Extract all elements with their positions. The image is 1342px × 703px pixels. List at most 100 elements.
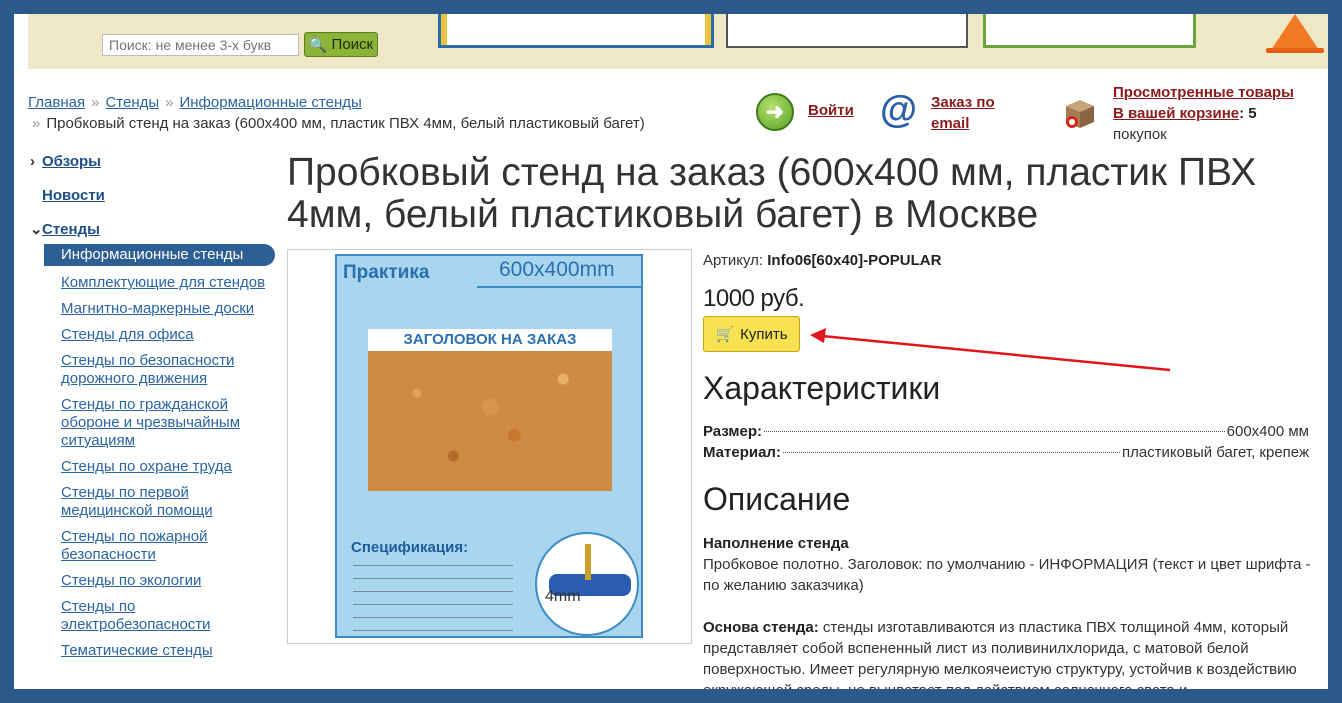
spec-line (353, 573, 513, 579)
sidebar-subitem: Стенды по охране труда (44, 458, 275, 476)
spec-row-material: Материал: пластиковый багет, крепеж (703, 443, 1309, 463)
login-block: Войти (808, 102, 854, 119)
spec-line (353, 560, 513, 566)
spec-key: Размер: (703, 423, 763, 440)
price: 1000 руб. (703, 285, 805, 312)
page-frame: 🔍 Поиск Главная » Стенды » Информационные ст… (14, 14, 1328, 689)
spec-value: 600x400 мм (1226, 423, 1309, 440)
traffic-cone-image (1271, 14, 1319, 50)
spec-line (353, 586, 513, 592)
sidebar-link[interactable]: Стенды для офиса (44, 326, 275, 344)
stand-header-label: ЗАГОЛОВОК НА ЗАКАЗ (368, 329, 612, 351)
characteristics-heading: Характеристики (703, 370, 941, 406)
sidebar-link[interactable]: Стенды по пожарной безопасности (44, 528, 275, 564)
product-image[interactable]: Практика 600x400mm ЗАГОЛОВОК НА ЗАКАЗ Сп… (287, 249, 692, 644)
sidebar-link[interactable]: Стенды по экологии (44, 572, 275, 590)
sidebar-subitem: Магнитно-маркерные доски (44, 300, 275, 318)
description-heading: Описание (703, 481, 851, 517)
sidebar-link[interactable]: Комплектующие для стендов (44, 274, 275, 292)
sidebar-link[interactable]: Тематические стенды (44, 642, 275, 660)
sidebar-item-label: Обзоры (42, 153, 101, 170)
viewed-products-link[interactable]: Просмотренные товары (1113, 84, 1294, 101)
breadcrumb-link-info-stands[interactable]: Информационные стенды (179, 94, 361, 111)
stand-illustration: Практика 600x400mm ЗАГОЛОВОК НА ЗАКАЗ Сп… (335, 254, 643, 638)
chevron-right-icon: › (30, 153, 35, 170)
sidebar-link[interactable]: Стенды по электробезопасности (44, 598, 275, 634)
banner-poster-image (983, 14, 1196, 48)
search-input[interactable] (102, 34, 299, 56)
order-email-line1: Заказ по (931, 94, 995, 111)
dot-leader (764, 431, 1225, 432)
sidebar-subitem: Тематические стенды (44, 642, 275, 660)
sidebar-subitem: Стенды по гражданской обороне и чрезвыча… (44, 396, 275, 450)
email-icon[interactable]: @ (880, 90, 917, 132)
sidebar-link[interactable]: Стенды по безопасности дорожного движени… (44, 352, 275, 388)
sidebar-nav: › Обзоры Новости ⌄Стенды Информационные с… (30, 152, 275, 668)
banner-poster-image (438, 14, 714, 48)
breadcrumb-link-stands[interactable]: Стенды (105, 94, 159, 111)
breadcrumb-separator: » (165, 94, 174, 111)
breadcrumb-separator: » (91, 94, 100, 111)
sidebar-subitem: Стенды по электробезопасности (44, 598, 275, 634)
breadcrumb-link-home[interactable]: Главная (28, 94, 85, 111)
page-title: Пробковый стенд на заказ (600х400 мм, пл… (287, 151, 1257, 236)
sidebar-link[interactable]: Магнитно-маркерные доски (44, 300, 275, 318)
search-button[interactable]: 🔍 Поиск (304, 32, 378, 57)
sidebar-link[interactable]: Стенды по первой медицинской помощи (44, 484, 275, 520)
fill-text: Пробковое полотно. Заголовок: по умолчан… (703, 556, 1311, 594)
sidebar-subitem-info-stands: Информационные стенды (44, 244, 275, 266)
sidebar-item-news[interactable]: Новости (30, 186, 275, 206)
cart-box-icon[interactable] (1060, 92, 1100, 132)
login-link[interactable]: Войти (808, 102, 854, 119)
sidebar-item-stands[interactable]: ⌄Стенды (30, 220, 275, 240)
cart-suffix: покупок (1113, 126, 1167, 143)
cart-count: : 5 (1239, 105, 1257, 122)
chevron-down-icon: ⌄ (30, 221, 43, 238)
fastener-detail: 4mm (535, 532, 639, 636)
article-line: Артикул: Info06[60x40]-POPULAR (703, 252, 941, 269)
sidebar-subitem: Стенды по пожарной безопасности (44, 528, 275, 564)
banner-poster-image (726, 14, 968, 48)
spec-title: Спецификация: (351, 539, 469, 556)
spec-list (353, 560, 523, 638)
sidebar-link[interactable]: Стенды по охране труда (44, 458, 275, 476)
sidebar-subitem: Комплектующие для стендов (44, 274, 275, 292)
description-fill: Наполнение стенда Пробковое полотно. Заг… (703, 533, 1313, 596)
cart-icon: 🛒 (715, 326, 735, 343)
base-title: Основа стенда: (703, 619, 819, 636)
order-email-link[interactable]: Заказ по email (931, 94, 995, 132)
pin-icon (585, 544, 591, 580)
article-label: Артикул: (703, 252, 764, 269)
login-icon[interactable]: ➜ (756, 93, 794, 131)
dot-leader (782, 452, 1120, 453)
search-button-label: Поиск (331, 36, 374, 53)
sidebar-item-label: Стенды (42, 221, 100, 238)
sidebar-subitem: Стенды для офиса (44, 326, 275, 344)
thickness-label: 4mm (545, 588, 581, 605)
description-base: Основа стенда: стенды изготавливаются из… (703, 617, 1313, 689)
description-body: Наполнение стенда Пробковое полотно. Заг… (703, 533, 1313, 689)
spec-line (353, 612, 513, 618)
spec-value: пластиковый багет, крепеж (1121, 444, 1309, 461)
cart-block: Просмотренные товары В вашей корзине: 5 … (1113, 82, 1294, 145)
fill-title: Наполнение стенда (703, 535, 849, 552)
buy-button-label: Купить (740, 325, 788, 343)
buy-button[interactable]: 🛒 Купить (703, 316, 800, 352)
spec-row-size: Размер: 600x400 мм (703, 422, 1309, 442)
stand-size-line (477, 286, 641, 288)
spec-line (353, 599, 513, 605)
article-value: Info06[60x40]-POPULAR (767, 252, 942, 269)
sidebar-submenu: Информационные стенды Комплектующие для … (44, 244, 275, 660)
traffic-cone-base (1266, 48, 1324, 53)
sidebar-link[interactable]: Информационные стенды (44, 244, 275, 266)
sidebar-item-label: Новости (42, 187, 105, 204)
spec-line (353, 625, 513, 631)
breadcrumb-current: Пробковый стенд на заказ (600х400 мм, пл… (46, 115, 645, 132)
breadcrumb: Главная » Стенды » Информационные стенды » Пр… (28, 92, 645, 134)
sidebar-item-reviews[interactable]: › Обзоры (30, 152, 275, 172)
header-banner: 🔍 Поиск (28, 14, 1328, 69)
cart-link[interactable]: В вашей корзине (1113, 105, 1239, 122)
stand-size-label: 600x400mm (499, 258, 615, 281)
order-email-block: Заказ по email (931, 92, 995, 134)
sidebar-link[interactable]: Стенды по гражданской обороне и чрезвыча… (44, 396, 275, 450)
